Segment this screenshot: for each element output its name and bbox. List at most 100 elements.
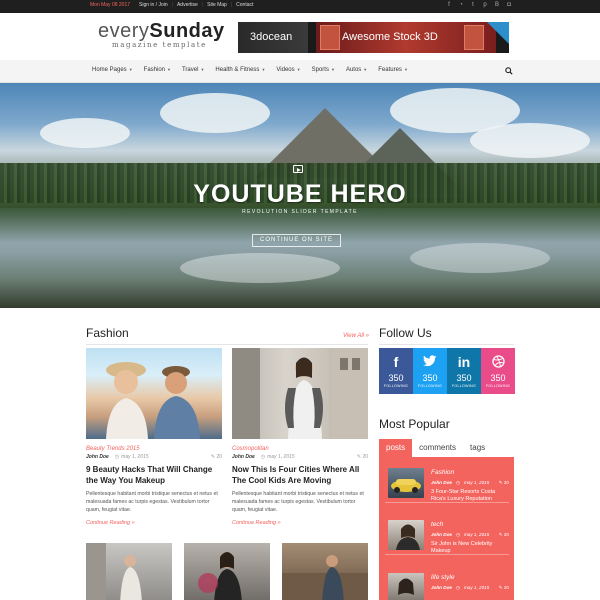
nav-fashion[interactable]: Fashion ▼ bbox=[144, 67, 171, 73]
article-image[interactable] bbox=[86, 348, 222, 439]
facebook-follow-box[interactable]: f 350 FOLLOWING bbox=[379, 348, 413, 394]
comments-count[interactable]: ✎ 20 bbox=[499, 480, 509, 486]
nav-home-pages[interactable]: Home Pages ▼ bbox=[92, 67, 133, 73]
fashion-section-title: Fashion bbox=[86, 326, 129, 340]
nav-travel[interactable]: Travel ▼ bbox=[182, 67, 204, 73]
current-date: Mon May 08 2017 bbox=[90, 2, 131, 8]
top-bar: Mon May 08 2017 Sign in / Join | Advertis… bbox=[0, 0, 600, 13]
post-category[interactable]: Fashion bbox=[431, 469, 454, 476]
site-logo[interactable]: everySunday magazine template bbox=[98, 20, 225, 49]
nav-sports[interactable]: Sports ▼ bbox=[312, 67, 335, 73]
post-thumbnail[interactable] bbox=[388, 573, 424, 600]
clock-icon: ◷ bbox=[114, 454, 120, 460]
comments-count[interactable]: ✎ 20 bbox=[211, 454, 222, 460]
rss-icon[interactable]: ◔ bbox=[458, 2, 464, 9]
article-card[interactable]: Beauty Trends 2015 John Doe ◷ may 1, 201… bbox=[86, 348, 222, 526]
post-thumbnail[interactable] bbox=[388, 520, 424, 550]
article-heading[interactable]: 9 Beauty Hacks That Will Change the Way … bbox=[86, 464, 222, 486]
article-card[interactable]: Cosmopolitan John Doe ◷ may 1, 2015 ✎ 20… bbox=[232, 348, 368, 526]
behance-icon[interactable]: B bbox=[494, 2, 500, 9]
article-heading[interactable]: Now This Is Four Cities Where All The Co… bbox=[232, 464, 368, 486]
linkedin-icon: in bbox=[457, 354, 471, 370]
most-popular-title: Most Popular bbox=[379, 417, 450, 431]
article-thumbnail[interactable] bbox=[86, 543, 172, 600]
sign-in-link[interactable]: Sign in / Join bbox=[135, 2, 172, 8]
nav-health-fitness[interactable]: Health & Fitness ▼ bbox=[215, 67, 265, 73]
article-category[interactable]: Beauty Trends 2015 bbox=[86, 446, 222, 452]
post-date: may 1, 2015 bbox=[463, 585, 490, 590]
post-title[interactable]: 3 Four-Star Resorts Costa Rica's Luxury … bbox=[431, 489, 509, 503]
article-thumbnail[interactable] bbox=[184, 543, 270, 600]
post-author[interactable]: John Doe bbox=[431, 585, 452, 591]
pinterest-icon[interactable]: p bbox=[482, 2, 488, 9]
follower-count: 350 bbox=[388, 373, 404, 383]
post-date: may 1, 2015 bbox=[463, 480, 490, 485]
facebook-icon: f bbox=[393, 354, 399, 370]
article-thumbnail[interactable] bbox=[282, 543, 368, 600]
facebook-icon[interactable]: f bbox=[446, 2, 452, 9]
chevron-down-icon: ▼ bbox=[167, 67, 171, 72]
follower-count: 350 bbox=[456, 373, 472, 383]
article-image[interactable] bbox=[232, 348, 368, 439]
nav-videos[interactable]: Videos ▼ bbox=[276, 67, 300, 73]
video-play-icon[interactable] bbox=[293, 165, 303, 173]
article-author[interactable]: John Doe bbox=[232, 454, 255, 460]
logo-tagline: magazine template bbox=[112, 41, 207, 49]
post-date: may 1, 2015 bbox=[463, 532, 490, 537]
clock-icon: ◷ bbox=[455, 480, 460, 485]
post-thumbnail[interactable] bbox=[388, 468, 424, 498]
popular-posts-list: Fashion John Doe ◷ may 1, 2015 ✎ 20 3 Four-… bbox=[379, 457, 514, 600]
dribbble-follow-box[interactable]: 350 FOLLOWING bbox=[481, 348, 515, 394]
article-excerpt: Pellentesque habitant morbi tristique se… bbox=[86, 491, 218, 513]
post-title[interactable]: Sir John is New Celebrity Makeup bbox=[431, 541, 509, 555]
article-category[interactable]: Cosmopolitan bbox=[232, 446, 368, 452]
tab-comments[interactable]: comments bbox=[412, 439, 463, 457]
twitter-icon bbox=[413, 355, 447, 369]
social-links: f ◔ t p B ◘ bbox=[446, 2, 512, 9]
follower-count: 350 bbox=[422, 373, 438, 383]
continue-on-site-button[interactable]: CONTINUE ON SITE bbox=[252, 234, 341, 247]
clock-icon: ◷ bbox=[455, 585, 460, 590]
contact-link[interactable]: Contact bbox=[232, 2, 257, 8]
linkedin-follow-box[interactable]: in 350 FOLLOWING bbox=[447, 348, 481, 394]
post-category[interactable]: life style bbox=[431, 574, 454, 581]
advertise-link[interactable]: Advertise bbox=[173, 2, 202, 8]
twitter-icon[interactable]: t bbox=[470, 2, 476, 9]
post-author[interactable]: John Doe bbox=[431, 532, 452, 538]
view-all-link[interactable]: View All » bbox=[343, 333, 369, 339]
instagram-icon[interactable]: ◘ bbox=[506, 2, 512, 9]
tab-posts[interactable]: posts bbox=[379, 439, 413, 457]
list-item[interactable]: life style John Doe ◷ may 1, 2015 ✎ 20 bbox=[385, 568, 509, 600]
comments-count[interactable]: ✎ 20 bbox=[499, 585, 509, 591]
continue-reading-link[interactable]: Continue Reading » bbox=[86, 520, 222, 526]
article-date: may 1, 2015 bbox=[267, 454, 295, 460]
list-item[interactable]: Fashion John Doe ◷ may 1, 2015 ✎ 20 3 Four-… bbox=[385, 463, 509, 503]
search-icon[interactable] bbox=[505, 67, 513, 75]
continue-reading-link[interactable]: Continue Reading » bbox=[232, 520, 368, 526]
twitter-follow-box[interactable]: 350 FOLLOWING bbox=[413, 348, 447, 394]
banner-corner-ribbon bbox=[487, 22, 509, 44]
comments-count[interactable]: ✎ 20 bbox=[499, 532, 509, 538]
follower-label: FOLLOWING bbox=[485, 384, 511, 388]
follower-label: FOLLOWING bbox=[383, 384, 409, 388]
chevron-down-icon: ▼ bbox=[363, 67, 368, 72]
follower-count: 350 bbox=[490, 373, 506, 383]
banner-text: Awesome Stock 3D bbox=[342, 31, 438, 43]
follow-us-title: Follow Us bbox=[379, 326, 432, 340]
post-category[interactable]: tech bbox=[431, 521, 443, 528]
comments-count[interactable]: ✎ 20 bbox=[357, 454, 368, 460]
article-date: may 1, 2015 bbox=[121, 454, 149, 460]
post-author[interactable]: John Doe bbox=[431, 480, 452, 486]
social-counters: f 350 FOLLOWING 350 FOLLOWING in 350 FOL… bbox=[379, 348, 515, 394]
tab-tags[interactable]: tags bbox=[463, 439, 492, 457]
hero-title: YOUTUBE HERO bbox=[193, 180, 407, 208]
list-item[interactable]: tech John Doe ◷ may 1, 2015 ✎ 20 Sir John i… bbox=[385, 515, 509, 555]
nav-features[interactable]: Features ▼ bbox=[378, 67, 408, 73]
banner-ad[interactable]: 3docean Awesome Stock 3D bbox=[238, 22, 509, 53]
chevron-down-icon: ▼ bbox=[403, 67, 408, 72]
site-map-link[interactable]: Site Map bbox=[203, 2, 231, 8]
logo-bold-text: Sunday bbox=[149, 20, 225, 42]
hero-slider[interactable]: YOUTUBE HERO REVOLUTION SLIDER TEMPLATE … bbox=[0, 83, 600, 308]
article-author[interactable]: John Doe bbox=[86, 454, 109, 460]
nav-autos[interactable]: Autos ▼ bbox=[346, 67, 367, 73]
